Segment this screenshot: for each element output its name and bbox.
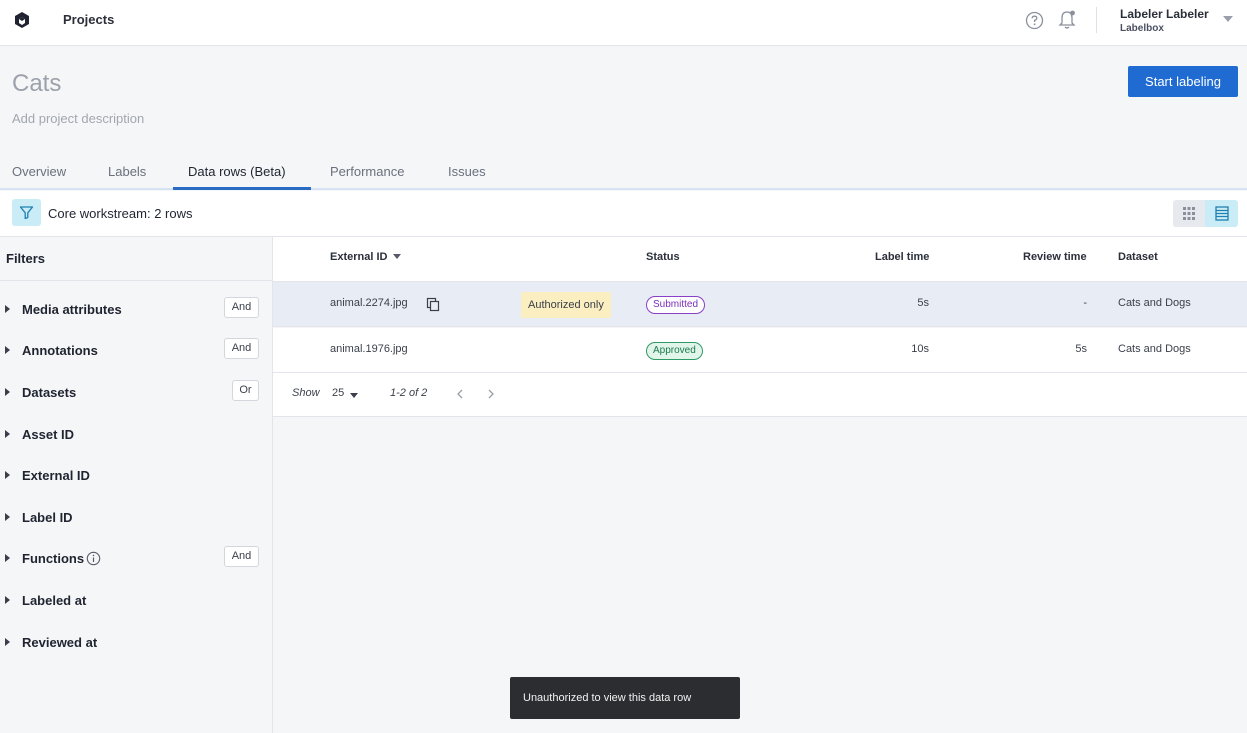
filter-reviewed-at[interactable]: Reviewed at xyxy=(0,628,272,658)
status-badge: Approved xyxy=(646,342,703,360)
column-review-time: Review time xyxy=(1023,251,1087,263)
caret-right-icon xyxy=(5,513,10,521)
caret-right-icon xyxy=(5,430,10,438)
labelbox-logo-icon[interactable] xyxy=(13,11,31,29)
access-badge: Authorized only xyxy=(521,292,611,318)
top-bar: Projects Labeler Labeler Labelbox xyxy=(0,0,1247,46)
label-time-cell: 5s xyxy=(917,297,929,309)
filter-label: Reviewed at xyxy=(22,635,98,650)
bell-icon[interactable] xyxy=(1057,9,1077,31)
page-range: 1-2 of 2 xyxy=(390,387,428,399)
tab-overview[interactable]: Overview xyxy=(12,164,66,179)
external-id-cell: animal.2274.jpg xyxy=(330,297,408,309)
column-label-time: Label time xyxy=(875,251,930,263)
view-toggle xyxy=(1173,200,1238,227)
list-icon xyxy=(1215,206,1229,221)
filter-label: External ID xyxy=(22,468,90,483)
page-size-label: Show xyxy=(292,387,320,399)
data-rows-table: External ID Status Label time Review tim… xyxy=(273,237,1247,733)
filter-operator-toggle[interactable]: And xyxy=(224,338,259,359)
user-name[interactable]: Labeler Labeler xyxy=(1120,7,1209,21)
filter-label: Label ID xyxy=(22,510,73,525)
info-icon[interactable] xyxy=(86,551,101,566)
caret-right-icon xyxy=(5,638,10,646)
review-time-cell: 5s xyxy=(1075,343,1087,355)
row-count-summary: Core workstream: 2 rows xyxy=(48,206,193,221)
filter-operator-toggle[interactable]: And xyxy=(224,297,259,318)
tab-data-rows[interactable]: Data rows (Beta) xyxy=(188,164,286,179)
project-description-field[interactable]: Add project description xyxy=(12,111,144,126)
filters-heading: Filters xyxy=(6,251,46,266)
chevron-right-icon[interactable] xyxy=(485,387,497,401)
tab-performance[interactable]: Performance xyxy=(330,164,404,179)
help-icon[interactable] xyxy=(1025,11,1044,30)
topbar-divider xyxy=(1096,7,1097,33)
dataset-cell[interactable]: Cats and Dogs xyxy=(1118,343,1191,355)
filter-media-attributes[interactable]: Media attributes And xyxy=(0,295,272,325)
sort-down-icon[interactable] xyxy=(393,254,402,259)
filter-operator-toggle[interactable]: Or xyxy=(232,380,259,401)
column-status: Status xyxy=(646,251,680,263)
caret-right-icon xyxy=(5,554,10,562)
pagination-bar: Show 25 1-2 of 2 xyxy=(273,373,1247,417)
copy-icon[interactable] xyxy=(426,297,440,312)
filter-functions[interactable]: Functions And xyxy=(0,544,272,574)
caret-right-icon xyxy=(5,596,10,604)
filter-labeled-at[interactable]: Labeled at xyxy=(0,586,272,616)
column-label: External ID xyxy=(330,251,388,263)
table-row[interactable]: animal.2274.jpg Authorized only Submitte… xyxy=(273,282,1247,327)
page-size-select[interactable]: 25 xyxy=(332,387,344,399)
filter-icon xyxy=(19,206,34,220)
external-id-cell: animal.1976.jpg xyxy=(330,343,408,355)
filter-label: Media attributes xyxy=(22,302,122,317)
project-tabs: Overview Labels Data rows (Beta) Perform… xyxy=(0,153,1247,190)
grid-icon xyxy=(1183,207,1195,220)
filter-datasets[interactable]: Datasets Or xyxy=(0,378,272,408)
caret-right-icon xyxy=(5,471,10,479)
filter-bar: Core workstream: 2 rows xyxy=(0,191,1247,237)
review-time-cell: - xyxy=(1083,297,1087,309)
table-header: External ID Status Label time Review tim… xyxy=(273,237,1247,282)
active-tab-indicator xyxy=(173,187,311,190)
user-organization: Labelbox xyxy=(1120,23,1164,34)
caret-right-icon xyxy=(5,388,10,396)
chevron-down-icon[interactable] xyxy=(350,393,358,398)
list-view-button[interactable] xyxy=(1205,200,1238,227)
filter-label: Asset ID xyxy=(22,427,75,442)
filter-annotations[interactable]: Annotations And xyxy=(0,336,272,366)
grid-view-button[interactable] xyxy=(1173,200,1205,227)
filter-asset-id[interactable]: Asset ID xyxy=(0,420,272,450)
status-badge: Submitted xyxy=(646,296,706,314)
filter-label-id[interactable]: Label ID xyxy=(0,503,272,533)
caret-right-icon xyxy=(5,305,10,313)
chevron-down-icon[interactable] xyxy=(1223,16,1233,22)
filter-toggle-button[interactable] xyxy=(12,199,41,226)
divider xyxy=(0,280,272,281)
filters-sidebar: Filters Media attributes And Annotations… xyxy=(0,237,273,733)
table-row[interactable]: animal.1976.jpg Approved 10s 5s Cats and… xyxy=(273,328,1247,373)
filter-label: Labeled at xyxy=(22,593,87,608)
toast-notification: Unauthorized to view this data row xyxy=(510,677,740,719)
filter-operator-toggle[interactable]: And xyxy=(224,546,259,567)
filter-label: Datasets xyxy=(22,385,77,400)
column-dataset: Dataset xyxy=(1118,251,1158,263)
filter-external-id[interactable]: External ID xyxy=(0,461,272,491)
app-title[interactable]: Projects xyxy=(63,12,114,27)
filter-label: Functions xyxy=(22,551,85,566)
dataset-cell[interactable]: Cats and Dogs xyxy=(1118,297,1191,309)
label-time-cell: 10s xyxy=(911,343,929,355)
filter-label: Annotations xyxy=(22,343,98,358)
column-external-id[interactable]: External ID xyxy=(330,251,402,263)
start-labeling-button[interactable]: Start labeling xyxy=(1128,66,1238,97)
tab-labels[interactable]: Labels xyxy=(108,164,146,179)
caret-right-icon xyxy=(5,346,10,354)
chevron-left-icon[interactable] xyxy=(454,387,466,401)
tab-issues[interactable]: Issues xyxy=(448,164,486,179)
project-title: Cats xyxy=(12,70,62,97)
